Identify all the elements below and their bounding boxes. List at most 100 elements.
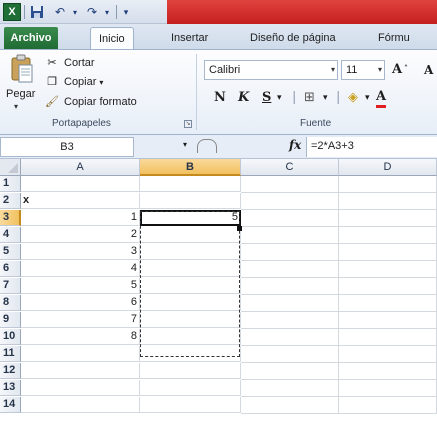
formula-bar: B3 ▾ fx =2*A3+3 [0,135,437,159]
cell-a12[interactable] [21,363,140,379]
tab-file[interactable]: Archivo [4,27,58,49]
insert-function-icon[interactable]: fx [289,138,301,152]
name-box[interactable]: B3 [0,137,134,157]
italic-button[interactable]: K [238,88,249,108]
cell-b8[interactable] [140,295,241,311]
cell-b4[interactable] [140,227,241,243]
undo-dropdown-icon[interactable]: ▾ [70,3,80,21]
column-header-b[interactable]: B [140,159,241,176]
customize-icon[interactable]: ▾ [120,3,132,21]
format-painter-label: Copiar formato [64,96,137,108]
separator [116,5,117,19]
separator: | [292,90,297,105]
cell-a1[interactable] [21,176,140,192]
shrink-font-button[interactable]: A [424,60,433,80]
row-header[interactable]: 13 [0,380,21,396]
formula-input[interactable]: =2*A3+3 [306,137,437,157]
title-bar: X ↶ ▾ ↷ ▾ ▾ [0,0,437,24]
fill-handle[interactable] [237,226,242,231]
cut-button[interactable]: ✂ Cortar [44,54,95,72]
cell-b9[interactable] [140,312,241,328]
font-size-value: 11 [346,64,358,76]
row-header[interactable]: 14 [0,397,21,413]
cell-a13[interactable] [21,380,140,396]
cell-a11[interactable] [21,346,140,362]
cell-a6[interactable]: 4 [21,261,140,277]
cell-b12[interactable] [140,363,241,379]
grow-font-button[interactable]: A [392,60,402,80]
underline-button[interactable]: S [262,88,271,108]
cell-a10[interactable]: 8 [21,329,140,345]
clipboard-group-label: Portapapeles [52,118,111,129]
borders-icon[interactable]: ⊞ [304,88,315,108]
separator [196,54,197,130]
font-name-value: Calibri [209,64,241,76]
font-color-button[interactable]: A [376,88,387,108]
cut-label: Cortar [64,57,95,69]
redo-dropdown-icon[interactable]: ▾ [102,3,112,21]
format-painter-button[interactable]: 🖌 Copiar formato [44,93,137,111]
font-size-select[interactable]: 11 ▾ [341,60,385,80]
cell-a7[interactable]: 5 [21,278,140,294]
row-header[interactable]: 2 [0,193,21,209]
cell-b6[interactable] [140,261,241,277]
paste-button[interactable]: Pegar [6,88,35,100]
row-header[interactable]: 5 [0,244,21,260]
row-header[interactable]: 10 [0,329,21,345]
redo-icon[interactable]: ↷ [82,3,102,21]
fill-color-icon[interactable]: ◈ [348,88,358,108]
cell-b3[interactable]: 5 [140,210,241,226]
tab-insert[interactable]: Insertar [163,27,216,49]
undo-icon[interactable]: ↶ [50,3,70,21]
cell-a4[interactable]: 2 [21,227,140,243]
column-header-a[interactable]: A [21,159,140,176]
cell-a14[interactable] [21,397,140,413]
scissors-icon: ✂ [47,57,57,69]
fill-color-dropdown-icon[interactable]: ▾ [365,88,370,108]
borders-dropdown-icon[interactable]: ▾ [323,88,328,108]
row-header[interactable]: 8 [0,295,21,311]
tab-page-layout[interactable]: Diseño de página [242,27,344,49]
copy-label: Copiar [64,76,97,88]
excel-icon[interactable]: X [3,3,21,21]
tab-formulas[interactable]: Fórmu [370,27,418,49]
row-header[interactable]: 1 [0,176,21,192]
cell-b11[interactable] [140,346,241,362]
row-header[interactable]: 12 [0,363,21,379]
expand-icon [197,139,217,153]
column-header-d[interactable]: D [339,159,437,176]
row-header[interactable]: 11 [0,346,21,362]
cell-b10[interactable] [140,329,241,345]
cell-a9[interactable]: 7 [21,312,140,328]
cell-a3[interactable]: 1 [21,210,140,226]
column-header-c[interactable]: C [241,159,339,176]
row-header[interactable]: 6 [0,261,21,277]
underline-dropdown-icon[interactable]: ▾ [277,88,282,108]
cell-b2[interactable] [140,193,241,209]
cell-a8[interactable]: 6 [21,295,140,311]
paste-dropdown-icon[interactable]: ▾ [14,102,18,111]
row-header[interactable]: 7 [0,278,21,294]
row-header[interactable]: 9 [0,312,21,328]
cell-a5[interactable]: 3 [21,244,140,260]
copy-button[interactable]: ❐ Copiar ▾ [44,73,103,91]
cell-b13[interactable] [140,380,241,396]
tab-home[interactable]: Inicio [90,27,134,50]
dialog-launcher-icon[interactable]: ↘ [184,120,192,128]
cell-b7[interactable] [140,278,241,294]
select-all-button[interactable] [0,159,21,176]
cell-b5[interactable] [140,244,241,260]
paste-icon[interactable] [10,54,34,84]
cell-b1[interactable] [140,176,241,192]
cell-b14[interactable] [140,397,241,413]
font-group-label: Fuente [300,118,332,129]
save-icon[interactable] [28,3,46,21]
row-header[interactable]: 4 [0,227,21,243]
row-header[interactable]: 3 [0,210,21,226]
chevron-down-icon[interactable]: ▾ [183,140,187,149]
chevron-down-icon: ▾ [377,65,382,74]
cell-a2[interactable]: x [21,193,140,209]
copy-dropdown-icon[interactable]: ▾ [99,78,103,87]
font-name-select[interactable]: Calibri ▾ [204,60,338,80]
bold-button[interactable]: N [214,88,226,108]
